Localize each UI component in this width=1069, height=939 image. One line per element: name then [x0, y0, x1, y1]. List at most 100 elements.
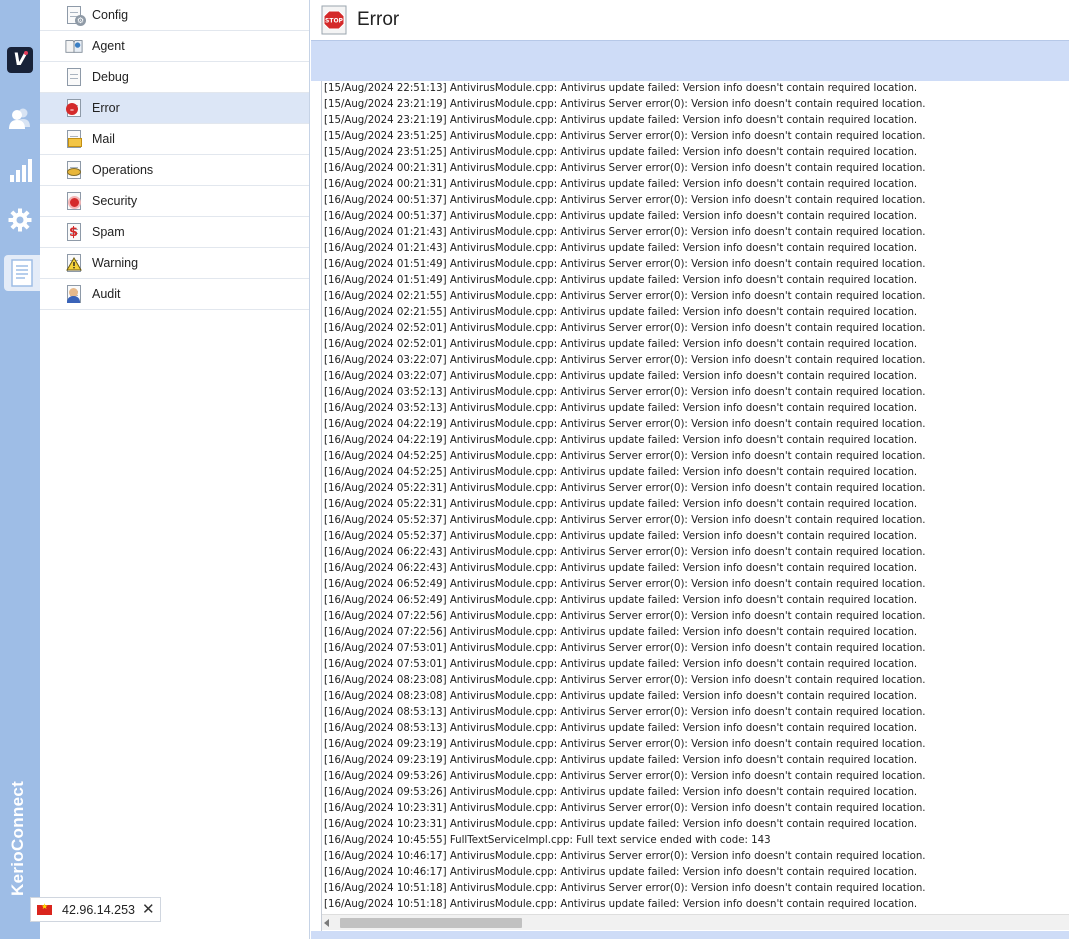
audit-log-icon: [65, 285, 83, 303]
settings-icon[interactable]: [0, 202, 40, 238]
log-type-list: ⚙ Config Agent Debug – Error Mail Operat…: [40, 0, 310, 939]
log-line: [16/Aug/2024 04:22:19] AntivirusModule.c…: [324, 435, 918, 446]
app-rail: V KerioConnect: [0, 0, 40, 939]
log-line: [16/Aug/2024 00:51:37] AntivirusModule.c…: [324, 195, 926, 206]
log-line: [16/Aug/2024 08:23:08] AntivirusModule.c…: [324, 691, 918, 702]
log-line: [16/Aug/2024 09:23:19] AntivirusModule.c…: [324, 755, 918, 766]
log-line: [16/Aug/2024 05:22:31] AntivirusModule.c…: [324, 483, 926, 494]
spam-log-icon: $: [65, 223, 83, 241]
log-item-operations[interactable]: Operations: [40, 155, 309, 186]
log-item-label: Operations: [92, 163, 154, 177]
log-line: [16/Aug/2024 01:21:43] AntivirusModule.c…: [324, 227, 926, 238]
log-item-label: Config: [92, 8, 129, 22]
logo-icon[interactable]: V: [0, 42, 40, 78]
log-viewer[interactable]: [15/Aug/2024 22:51:13] AntivirusModule.c…: [321, 81, 1069, 931]
log-line: [16/Aug/2024 00:51:37] AntivirusModule.c…: [324, 211, 918, 222]
log-line: [16/Aug/2024 03:22:07] AntivirusModule.c…: [324, 355, 926, 366]
close-icon[interactable]: ✕: [142, 902, 155, 917]
log-line: [16/Aug/2024 08:53:13] AntivirusModule.c…: [324, 723, 918, 734]
svg-text:STOP: STOP: [325, 18, 344, 25]
log-line: [16/Aug/2024 04:22:19] AntivirusModule.c…: [324, 419, 926, 430]
log-item-security[interactable]: Security: [40, 186, 309, 217]
config-log-icon: ⚙: [65, 6, 86, 26]
log-item-label: Spam: [92, 225, 125, 239]
horizontal-scrollbar[interactable]: [322, 914, 1069, 930]
log-line: [16/Aug/2024 00:21:31] AntivirusModule.c…: [324, 163, 926, 174]
log-item-label: Error: [92, 101, 120, 115]
page-title: Error: [357, 9, 400, 30]
main-panel: STOP Error [15/Aug/2024 22:51:13] Antivi…: [311, 0, 1069, 939]
log-line: [16/Aug/2024 05:52:37] AntivirusModule.c…: [324, 515, 926, 526]
log-lines: [15/Aug/2024 22:51:13] AntivirusModule.c…: [324, 81, 1069, 913]
log-line: [16/Aug/2024 03:52:13] AntivirusModule.c…: [324, 387, 926, 398]
log-line: [16/Aug/2024 01:51:49] AntivirusModule.c…: [324, 275, 918, 286]
bottom-bar: [311, 931, 1069, 939]
log-item-error[interactable]: – Error: [40, 93, 309, 124]
debug-log-icon: [65, 68, 83, 86]
log-item-debug[interactable]: Debug: [40, 62, 309, 93]
log-line: [16/Aug/2024 03:22:07] AntivirusModule.c…: [324, 371, 918, 382]
log-line: [16/Aug/2024 06:52:49] AntivirusModule.c…: [324, 595, 918, 606]
log-line: [16/Aug/2024 07:53:01] AntivirusModule.c…: [324, 659, 918, 670]
log-item-warning[interactable]: Warning: [40, 248, 309, 279]
log-line: [16/Aug/2024 03:52:13] AntivirusModule.c…: [324, 403, 918, 414]
toolbar: [311, 40, 1069, 81]
scrollbar-thumb[interactable]: [340, 918, 522, 928]
log-item-label: Agent: [92, 39, 125, 53]
log-line: [16/Aug/2024 08:53:13] AntivirusModule.c…: [324, 707, 926, 718]
log-item-label: Audit: [92, 287, 121, 301]
log-line: [16/Aug/2024 10:46:17] AntivirusModule.c…: [324, 867, 918, 878]
mail-log-icon: [65, 130, 83, 148]
log-line: [16/Aug/2024 04:52:25] AntivirusModule.c…: [324, 467, 918, 478]
log-item-audit[interactable]: Audit: [40, 279, 309, 310]
users-icon[interactable]: [0, 100, 40, 136]
ip-widget: 42.96.14.253 ✕: [30, 897, 161, 922]
scroll-left-icon[interactable]: [324, 919, 329, 927]
log-line: [16/Aug/2024 10:46:17] AntivirusModule.c…: [324, 851, 926, 862]
log-line: [16/Aug/2024 04:52:25] AntivirusModule.c…: [324, 451, 926, 462]
log-line: [16/Aug/2024 02:21:55] AntivirusModule.c…: [324, 307, 918, 318]
log-line: [15/Aug/2024 23:21:19] AntivirusModule.c…: [324, 99, 926, 110]
log-line: [16/Aug/2024 06:22:43] AntivirusModule.c…: [324, 547, 926, 558]
log-line: [15/Aug/2024 23:51:25] AntivirusModule.c…: [324, 147, 918, 158]
log-line: [16/Aug/2024 07:22:56] AntivirusModule.c…: [324, 627, 918, 638]
log-line: [16/Aug/2024 02:21:55] AntivirusModule.c…: [324, 291, 926, 302]
statistics-icon[interactable]: [0, 152, 40, 188]
log-line: [16/Aug/2024 00:21:31] AntivirusModule.c…: [324, 179, 918, 190]
log-line: [16/Aug/2024 01:51:49] AntivirusModule.c…: [324, 259, 926, 270]
log-item-config[interactable]: ⚙ Config: [40, 0, 309, 31]
log-line: [16/Aug/2024 05:52:37] AntivirusModule.c…: [324, 531, 918, 542]
log-line: [16/Aug/2024 10:45:55] FullTextServiceIm…: [324, 835, 771, 846]
log-line: [16/Aug/2024 07:22:56] AntivirusModule.c…: [324, 611, 926, 622]
warning-log-icon: [65, 254, 83, 272]
log-line: [16/Aug/2024 06:52:49] AntivirusModule.c…: [324, 579, 926, 590]
log-line: [16/Aug/2024 01:21:43] AntivirusModule.c…: [324, 243, 918, 254]
log-item-spam[interactable]: $ Spam: [40, 217, 309, 248]
log-line: [15/Aug/2024 23:51:25] AntivirusModule.c…: [324, 131, 926, 142]
log-item-label: Debug: [92, 70, 129, 84]
page-header: STOP Error: [311, 0, 1069, 40]
log-line: [15/Aug/2024 22:51:13] AntivirusModule.c…: [324, 83, 918, 94]
log-item-mail[interactable]: Mail: [40, 124, 309, 155]
security-log-icon: [65, 192, 83, 210]
log-line: [16/Aug/2024 10:23:31] AntivirusModule.c…: [324, 803, 926, 814]
log-line: [16/Aug/2024 08:23:08] AntivirusModule.c…: [324, 675, 926, 686]
log-item-label: Mail: [92, 132, 115, 146]
brand-label: KerioConnect: [8, 780, 27, 896]
agent-log-icon: [65, 37, 83, 55]
log-item-agent[interactable]: Agent: [40, 31, 309, 62]
log-line: [16/Aug/2024 02:52:01] AntivirusModule.c…: [324, 339, 918, 350]
error-log-icon: –: [65, 99, 83, 117]
log-line: [16/Aug/2024 07:53:01] AntivirusModule.c…: [324, 643, 926, 654]
logs-icon[interactable]: [4, 255, 40, 291]
log-line: [16/Aug/2024 10:51:18] AntivirusModule.c…: [324, 883, 926, 894]
log-line: [16/Aug/2024 05:22:31] AntivirusModule.c…: [324, 499, 918, 510]
log-line: [16/Aug/2024 09:53:26] AntivirusModule.c…: [324, 787, 918, 798]
log-line: [16/Aug/2024 09:23:19] AntivirusModule.c…: [324, 739, 926, 750]
log-line: [16/Aug/2024 02:52:01] AntivirusModule.c…: [324, 323, 926, 334]
operations-log-icon: [65, 161, 83, 179]
log-line: [16/Aug/2024 06:22:43] AntivirusModule.c…: [324, 563, 918, 574]
log-item-label: Warning: [92, 256, 139, 270]
log-line: [16/Aug/2024 10:51:18] AntivirusModule.c…: [324, 899, 918, 910]
log-item-label: Security: [92, 194, 138, 208]
